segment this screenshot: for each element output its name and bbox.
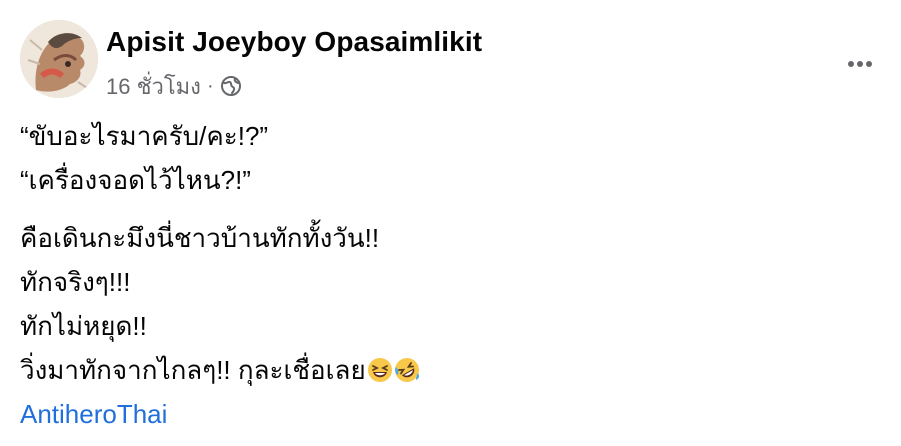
author-name[interactable]: Apisit Joeyboy Opasaimlikit — [106, 26, 482, 58]
post-meta: 16 ชั่วโมง · — [106, 72, 242, 100]
post-line: “ขับอะไรมาครับ/คะ!?” — [20, 121, 269, 151]
post-line-text: วิ่งมาทักจากไกลๆ!! กุละเชื่อเลย — [20, 355, 366, 385]
globe-icon[interactable] — [220, 75, 242, 97]
more-horizontal-icon — [848, 61, 872, 67]
avatar-portrait-icon — [20, 20, 98, 98]
post-paragraph-1: “ขับอะไรมาครับ/คะ!?” “เครื่องจอดไว้ไหน?!… — [20, 114, 880, 202]
post-line: ทักไม่หยุด!! — [20, 311, 147, 341]
post-line: คือเดินกะมึงนี่ชาวบ้านทักทั้งวัน!! — [20, 223, 380, 253]
rolling-on-floor-laughing-icon — [394, 352, 420, 382]
more-options-button[interactable] — [838, 42, 882, 86]
author-avatar[interactable] — [20, 20, 98, 98]
hashtag-link[interactable]: AntiheroThai — [20, 392, 167, 436]
post-timestamp[interactable]: 16 ชั่วโมง — [106, 69, 201, 104]
post-header: Apisit Joeyboy Opasaimlikit 16 ชั่วโมง · — [20, 14, 880, 104]
facebook-post: Apisit Joeyboy Opasaimlikit 16 ชั่วโมง ·… — [0, 0, 901, 446]
post-paragraph-2: คือเดินกะมึงนี่ชาวบ้านทักทั้งวัน!! ทักจร… — [20, 216, 880, 392]
meta-separator: · — [206, 74, 214, 97]
post-line: “เครื่องจอดไว้ไหน?!” — [20, 165, 251, 195]
post-body: “ขับอะไรมาครับ/คะ!?” “เครื่องจอดไว้ไหน?!… — [20, 114, 880, 436]
grinning-squinting-face-icon — [367, 352, 393, 382]
post-line: ทักจริงๆ!!! — [20, 267, 131, 297]
post-line-with-emoji: วิ่งมาทักจากไกลๆ!! กุละเชื่อเลย — [20, 348, 880, 392]
